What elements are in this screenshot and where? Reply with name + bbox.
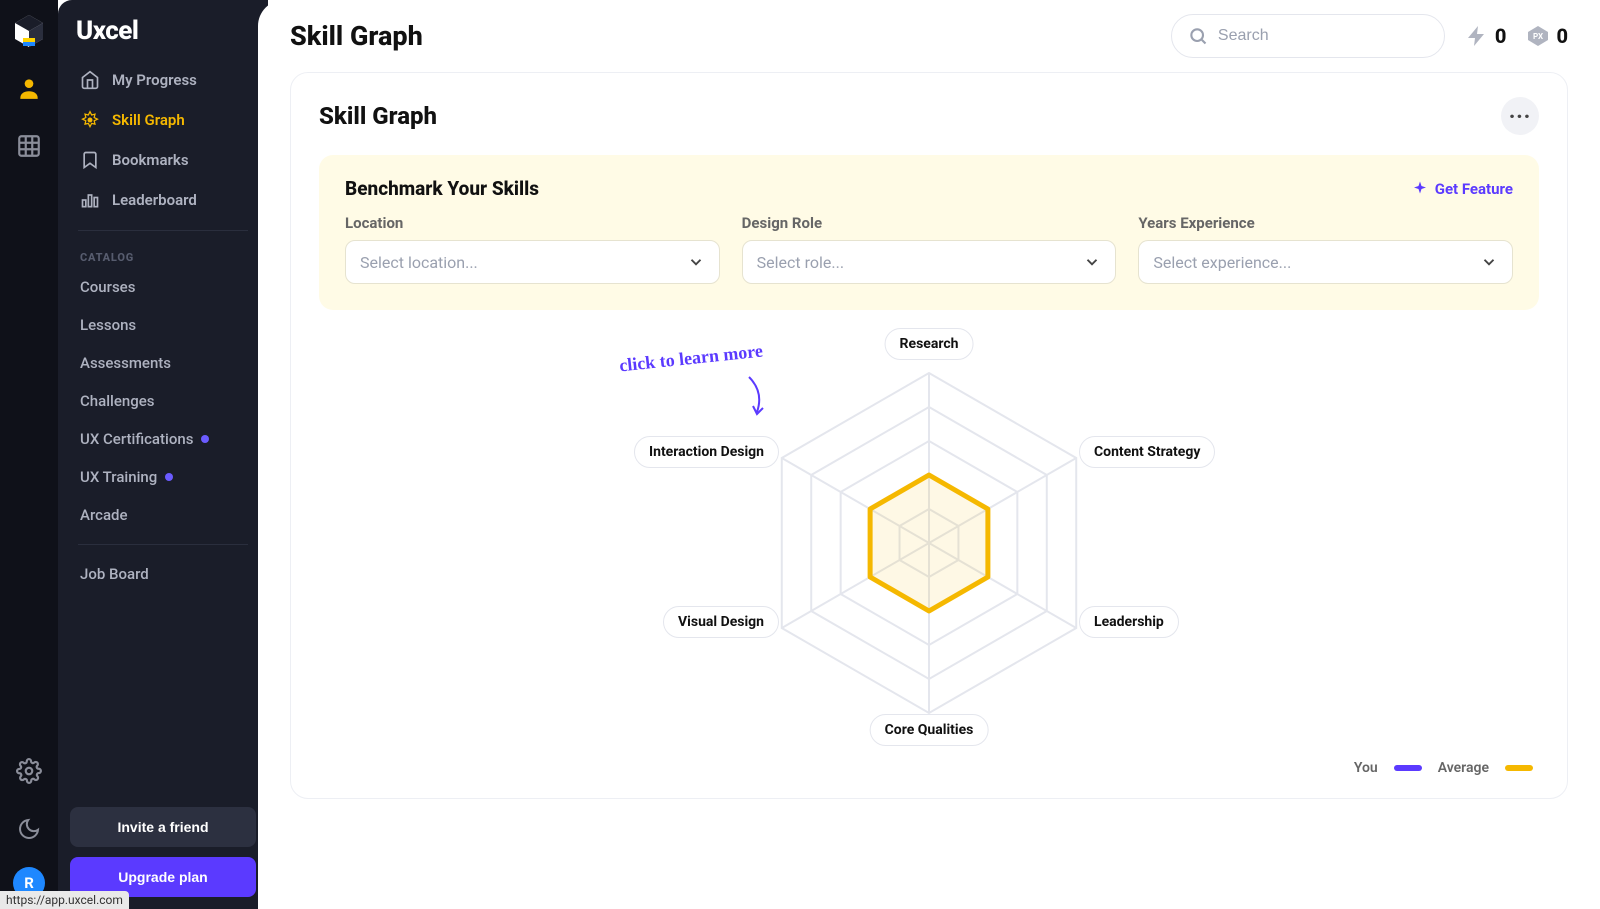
location-select[interactable]: Select location... — [345, 240, 720, 284]
radar-chart — [589, 328, 1269, 748]
nav-my-progress[interactable]: My Progress — [70, 60, 256, 100]
search-icon — [1188, 26, 1208, 46]
search-input-wrapper[interactable] — [1171, 14, 1445, 58]
legend-you-swatch — [1394, 765, 1422, 771]
role-placeholder: Select role... — [757, 253, 844, 272]
nav-label: Leaderboard — [112, 191, 197, 209]
skill-chip-visual-design[interactable]: Visual Design — [663, 606, 779, 638]
card-title: Skill Graph — [319, 102, 437, 130]
bolt-stat[interactable]: 0 — [1465, 24, 1507, 48]
svg-text:PX: PX — [1533, 32, 1543, 41]
px-icon: PX — [1526, 24, 1550, 48]
catalog-label: UX Training — [80, 468, 157, 486]
role-label: Design Role — [742, 214, 1117, 232]
dot-indicator — [201, 435, 209, 443]
nav-label: Skill Graph — [112, 111, 185, 129]
catalog-job-board[interactable]: Job Board — [70, 555, 256, 593]
theme-icon[interactable] — [9, 809, 49, 849]
catalog-label: UX Certifications — [80, 430, 193, 448]
bolt-icon — [1465, 24, 1489, 48]
page-title: Skill Graph — [290, 20, 423, 52]
rail-profile-icon[interactable] — [9, 68, 49, 108]
catalog-label: CATALOG — [70, 241, 256, 268]
nav-leaderboard[interactable]: Leaderboard — [70, 180, 256, 220]
search-input[interactable] — [1218, 27, 1428, 45]
nav-bookmarks[interactable]: Bookmarks — [70, 140, 256, 180]
settings-icon[interactable] — [9, 751, 49, 791]
nav-label: My Progress — [112, 71, 197, 89]
catalog-courses[interactable]: Courses — [70, 268, 256, 306]
chevron-down-icon — [687, 253, 705, 271]
skill-chip-interaction-design[interactable]: Interaction Design — [634, 436, 779, 468]
catalog-ux-certifications[interactable]: UX Certifications — [70, 420, 256, 458]
chevron-down-icon — [1480, 253, 1498, 271]
benchmark-title: Benchmark Your Skills — [345, 177, 539, 200]
nav-skill-graph[interactable]: Skill Graph — [70, 100, 256, 140]
more-button[interactable]: ··· — [1501, 97, 1539, 135]
skill-chip-research[interactable]: Research — [885, 328, 974, 360]
exp-select[interactable]: Select experience... — [1138, 240, 1513, 284]
skill-chip-core-qualities[interactable]: Core Qualities — [870, 714, 989, 746]
skill-chip-leadership[interactable]: Leadership — [1079, 606, 1179, 638]
px-stat[interactable]: PX 0 — [1526, 24, 1568, 48]
catalog-challenges[interactable]: Challenges — [70, 382, 256, 420]
location-label: Location — [345, 214, 720, 232]
invite-friend-button[interactable]: Invite a friend — [70, 807, 256, 847]
chevron-down-icon — [1083, 253, 1101, 271]
nav-label: Bookmarks — [112, 151, 189, 169]
exp-label: Years Experience — [1138, 214, 1513, 232]
catalog-assessments[interactable]: Assessments — [70, 344, 256, 382]
catalog-arcade[interactable]: Arcade — [70, 496, 256, 534]
px-value: 0 — [1556, 24, 1568, 48]
skill-chip-content-strategy[interactable]: Content Strategy — [1079, 436, 1215, 468]
legend-avg-label: Average — [1438, 760, 1489, 776]
rail-org-icon[interactable] — [9, 126, 49, 166]
annotation-arrow-icon — [739, 372, 779, 422]
legend-you-label: You — [1354, 760, 1378, 776]
dot-indicator — [165, 473, 173, 481]
exp-placeholder: Select experience... — [1153, 253, 1291, 272]
bolt-value: 0 — [1495, 24, 1507, 48]
role-select[interactable]: Select role... — [742, 240, 1117, 284]
catalog-ux-training[interactable]: UX Training — [70, 458, 256, 496]
status-url: https://app.uxcel.com — [0, 891, 129, 909]
legend-avg-swatch — [1505, 765, 1533, 771]
get-feature-label: Get Feature — [1435, 180, 1513, 198]
catalog-lessons[interactable]: Lessons — [70, 306, 256, 344]
logo-icon[interactable] — [10, 12, 48, 50]
location-placeholder: Select location... — [360, 253, 478, 272]
get-feature-link[interactable]: Get Feature — [1411, 180, 1513, 198]
brand-name: Uxcel — [70, 16, 256, 60]
sparkle-icon — [1411, 180, 1429, 198]
